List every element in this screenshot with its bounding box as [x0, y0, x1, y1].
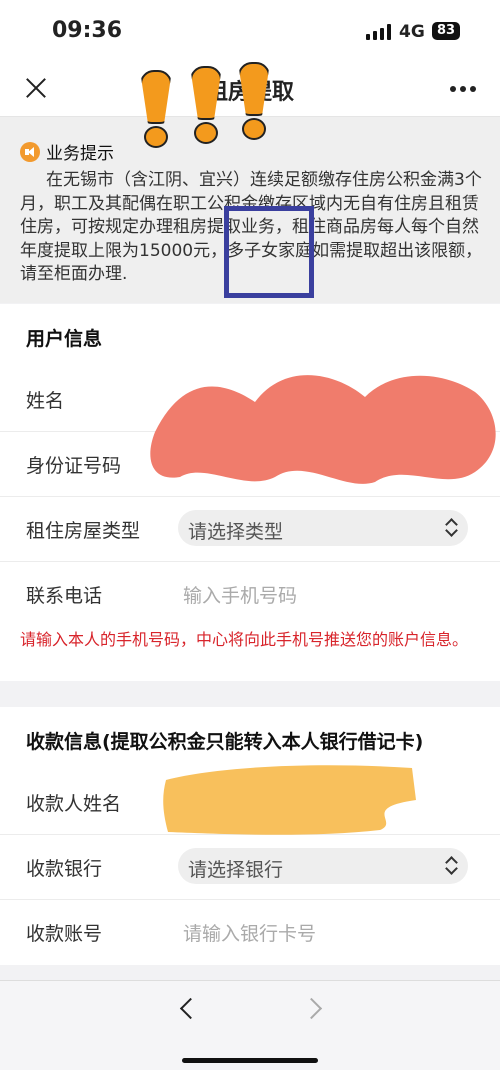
status-time: 09:36	[52, 18, 123, 43]
status-bar: 09:36 4G 83	[0, 0, 500, 62]
back-icon[interactable]	[178, 999, 198, 1019]
payee-label: 收款人姓名	[26, 793, 122, 815]
bottom-nav-bar	[0, 980, 500, 1070]
house-type-select[interactable]: 请选择类型	[178, 510, 468, 546]
redaction-scribble	[150, 375, 496, 484]
phone-label: 联系电话	[26, 585, 103, 607]
section-title: 用户信息	[26, 328, 103, 350]
name-label: 姓名	[26, 390, 65, 412]
chevron-icon	[444, 855, 458, 877]
id-label: 身份证号码	[26, 455, 122, 477]
account-label: 收款账号	[26, 923, 103, 945]
highlight-box	[224, 206, 314, 298]
exclamation-mark-icon	[188, 66, 222, 144]
signal-icon	[366, 24, 392, 40]
section-title: 收款信息(提取公积金只能转入本人银行借记卡)	[26, 731, 424, 753]
phone-warning: 请输入本人的手机号码，中心将向此手机号推送您的账户信息。	[20, 630, 469, 649]
home-indicator	[182, 1058, 318, 1063]
house-type-label: 租住房屋类型	[26, 520, 141, 542]
phone-row: 联系电话 输入手机号码	[0, 561, 500, 626]
more-icon[interactable]	[450, 86, 476, 92]
network-label: 4G	[399, 22, 425, 42]
notice-header: 业务提示	[20, 139, 114, 164]
bank-select[interactable]: 请选择银行	[178, 848, 468, 884]
account-input[interactable]: 请输入银行卡号	[183, 919, 316, 946]
speaker-icon	[20, 141, 40, 162]
notice-title: 业务提示	[46, 144, 114, 164]
battery-icon: 83	[432, 22, 460, 40]
forward-icon[interactable]	[304, 999, 324, 1019]
house-type-value: 请选择类型	[188, 521, 284, 543]
redaction-scribble	[163, 765, 416, 835]
exclamation-mark-icon	[138, 70, 172, 148]
account-row: 收款账号 请输入银行卡号	[0, 899, 500, 964]
chevron-icon	[444, 517, 458, 539]
exclamation-mark-icon	[236, 62, 270, 140]
user-info-section: 用户信息 姓名 身份证号码 租住房屋类型 请选择类型 联系电话 输入手机号码	[0, 304, 500, 681]
phone-input[interactable]: 输入手机号码	[183, 581, 297, 608]
bank-value: 请选择银行	[188, 859, 284, 881]
bank-row: 收款银行 请选择银行	[0, 834, 500, 900]
house-type-row: 租住房屋类型 请选择类型	[0, 496, 500, 562]
bank-label: 收款银行	[26, 858, 103, 880]
